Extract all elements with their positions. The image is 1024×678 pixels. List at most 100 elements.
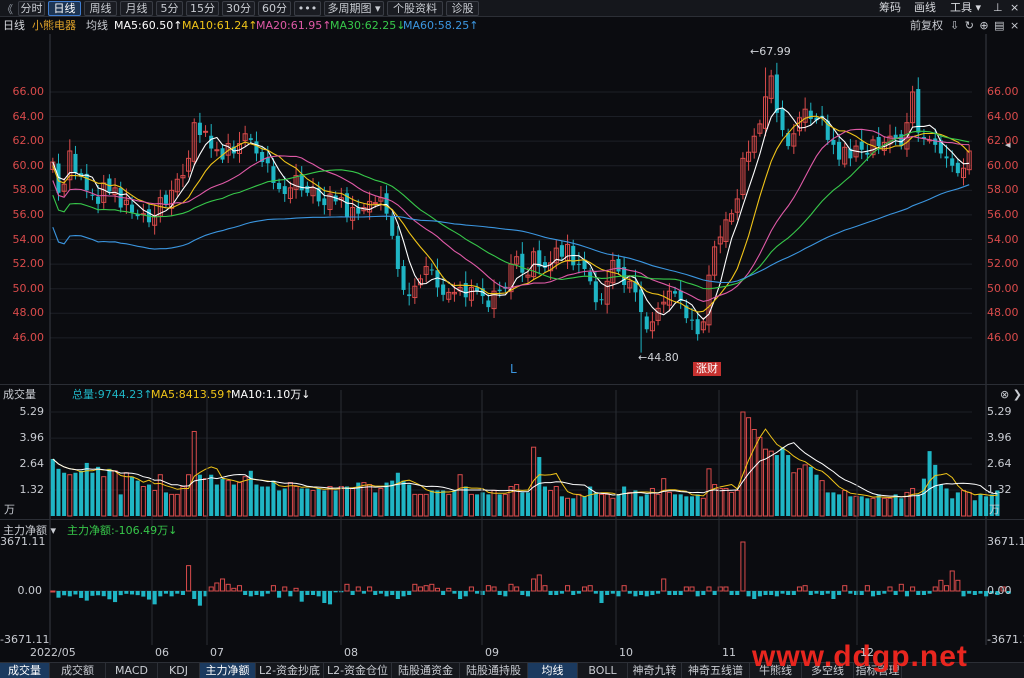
flow-bar bbox=[927, 591, 932, 594]
volume-panel-icons[interactable]: ⊗ ❯ bbox=[1000, 388, 1022, 402]
period-tab-4[interactable]: 5分 bbox=[156, 1, 183, 16]
indicator-tab-7[interactable]: 陆股通资金 bbox=[392, 663, 460, 678]
indicator-tab-5[interactable]: L2-资金抄底 bbox=[256, 663, 324, 678]
candle-body bbox=[84, 173, 89, 191]
close-icon[interactable]: × bbox=[1010, 1, 1019, 16]
period-tab-6[interactable]: 30分 bbox=[222, 1, 255, 16]
volume-bar bbox=[723, 487, 729, 517]
period-tab-11[interactable]: 诊股 bbox=[446, 1, 479, 16]
indicator-tab-10[interactable]: BOLL bbox=[578, 663, 628, 678]
flow-bar bbox=[107, 591, 112, 600]
flow-bar bbox=[277, 591, 282, 598]
indicator-tab-8[interactable]: 陆股通持股 bbox=[460, 663, 528, 678]
candle-body bbox=[401, 266, 406, 290]
volume-bar bbox=[457, 474, 463, 517]
draw-line-button[interactable]: 画线 bbox=[914, 1, 936, 16]
indicator-tab-6[interactable]: L2-资金仓位 bbox=[324, 663, 392, 678]
volume-bar bbox=[520, 492, 525, 516]
ma60-value: MA60:58.25↑ bbox=[403, 19, 479, 32]
period-tab-2[interactable]: 周线 bbox=[84, 1, 117, 16]
flow-bar bbox=[124, 591, 129, 594]
candle-body bbox=[73, 153, 78, 174]
volume-bar bbox=[186, 474, 192, 517]
volume-bar bbox=[689, 496, 695, 516]
candle-body bbox=[955, 162, 960, 174]
indicator-tab-3[interactable]: KDJ bbox=[158, 663, 200, 678]
period-tab-3[interactable]: 月线 bbox=[120, 1, 153, 16]
flow-bar bbox=[571, 591, 576, 596]
flow-tick-left: 0.00 bbox=[17, 584, 43, 597]
volume-bar bbox=[757, 436, 763, 517]
price-tick-left: 62.00 bbox=[12, 134, 45, 148]
flow-bar bbox=[214, 582, 220, 592]
flow-bar bbox=[458, 591, 463, 600]
volume-title[interactable]: 成交量 bbox=[3, 388, 36, 402]
flow-bar bbox=[769, 591, 774, 596]
flow-bar bbox=[740, 541, 746, 592]
flow-bar bbox=[904, 591, 909, 597]
earn-badge[interactable]: 涨财 bbox=[693, 362, 721, 376]
chips-button[interactable]: 筹码 bbox=[879, 1, 901, 16]
flow-bar bbox=[870, 591, 876, 597]
flow-bar bbox=[848, 591, 853, 594]
flow-bar bbox=[243, 591, 248, 596]
indicator-tab-0[interactable]: 成交量 bbox=[0, 663, 50, 678]
flow-bar bbox=[361, 591, 366, 594]
indicator-tab-11[interactable]: 神奇九转 bbox=[628, 663, 682, 678]
flow-bar bbox=[468, 586, 474, 592]
volume-bar bbox=[593, 492, 598, 516]
indicator-tab-2[interactable]: MACD bbox=[106, 663, 158, 678]
candle-body bbox=[876, 136, 881, 147]
price-tick-right: 60.00 bbox=[987, 158, 1019, 172]
flow-bar bbox=[831, 591, 836, 600]
indicator-tab-12[interactable]: 神奇五线谱 bbox=[682, 663, 750, 678]
candle-body bbox=[214, 149, 220, 152]
indicator-tab-4[interactable]: 主力净额 bbox=[200, 663, 256, 678]
candle-body bbox=[305, 185, 310, 193]
candle-body bbox=[593, 281, 598, 303]
flow-bar bbox=[270, 585, 276, 592]
volume-bar bbox=[407, 484, 412, 516]
flow-bar bbox=[837, 591, 842, 596]
period-tab-10[interactable]: 个股资料 bbox=[387, 1, 443, 16]
collapse-icon[interactable]: 《 bbox=[2, 1, 13, 17]
period-tab-7[interactable]: 60分 bbox=[258, 1, 291, 16]
candle-body bbox=[197, 122, 202, 135]
high-value: 67.99 bbox=[759, 45, 791, 58]
volume-bar bbox=[887, 497, 893, 517]
header-tool-icons[interactable]: ⇩ ↻ ⊕ ▤ × bbox=[950, 19, 1020, 33]
flow-bar bbox=[565, 585, 571, 592]
indicator-tab-1[interactable]: 成交额 bbox=[50, 663, 106, 678]
volume-tick-right: 3.96 bbox=[987, 431, 1012, 445]
adjust-select[interactable]: 前复权 bbox=[910, 19, 943, 33]
tools-menu-button[interactable]: 工具 ▾ bbox=[950, 1, 981, 16]
pin-icon[interactable]: ⊥ bbox=[993, 1, 1003, 16]
period-tab-0[interactable]: 分时 bbox=[18, 1, 45, 16]
volume-bar bbox=[236, 482, 243, 517]
volume-bar bbox=[417, 493, 424, 517]
period-tab-1[interactable]: 日线 bbox=[48, 1, 81, 16]
ma-label[interactable]: 均线 bbox=[86, 19, 108, 33]
flow-bar bbox=[593, 591, 598, 594]
period-tab-8[interactable]: ••• bbox=[294, 1, 321, 16]
candle-body bbox=[831, 139, 836, 145]
volume-bar bbox=[514, 484, 520, 517]
volume-bar bbox=[565, 497, 571, 517]
volume-bar bbox=[107, 468, 112, 516]
high-annotation: ←67.99 bbox=[750, 45, 791, 58]
indicator-tab-9[interactable]: 均线 bbox=[528, 663, 578, 678]
flow-bar bbox=[175, 591, 180, 594]
flow-bar bbox=[621, 585, 627, 592]
volume-bar bbox=[825, 492, 830, 516]
flow-bar bbox=[678, 591, 683, 596]
volume-bar bbox=[486, 494, 491, 516]
flow-bar bbox=[429, 583, 435, 592]
period-tab-9[interactable]: 多周期图 ▾ bbox=[324, 1, 384, 16]
flow-bar bbox=[820, 591, 825, 596]
flow-bar bbox=[101, 591, 106, 597]
volume-bar bbox=[774, 455, 779, 516]
flow-bar bbox=[186, 565, 192, 592]
flow-tick-right: 3671.11 bbox=[987, 535, 1024, 548]
volume-ma10: MA10:1.10万↓ bbox=[231, 388, 311, 401]
period-tab-5[interactable]: 15分 bbox=[186, 1, 219, 16]
